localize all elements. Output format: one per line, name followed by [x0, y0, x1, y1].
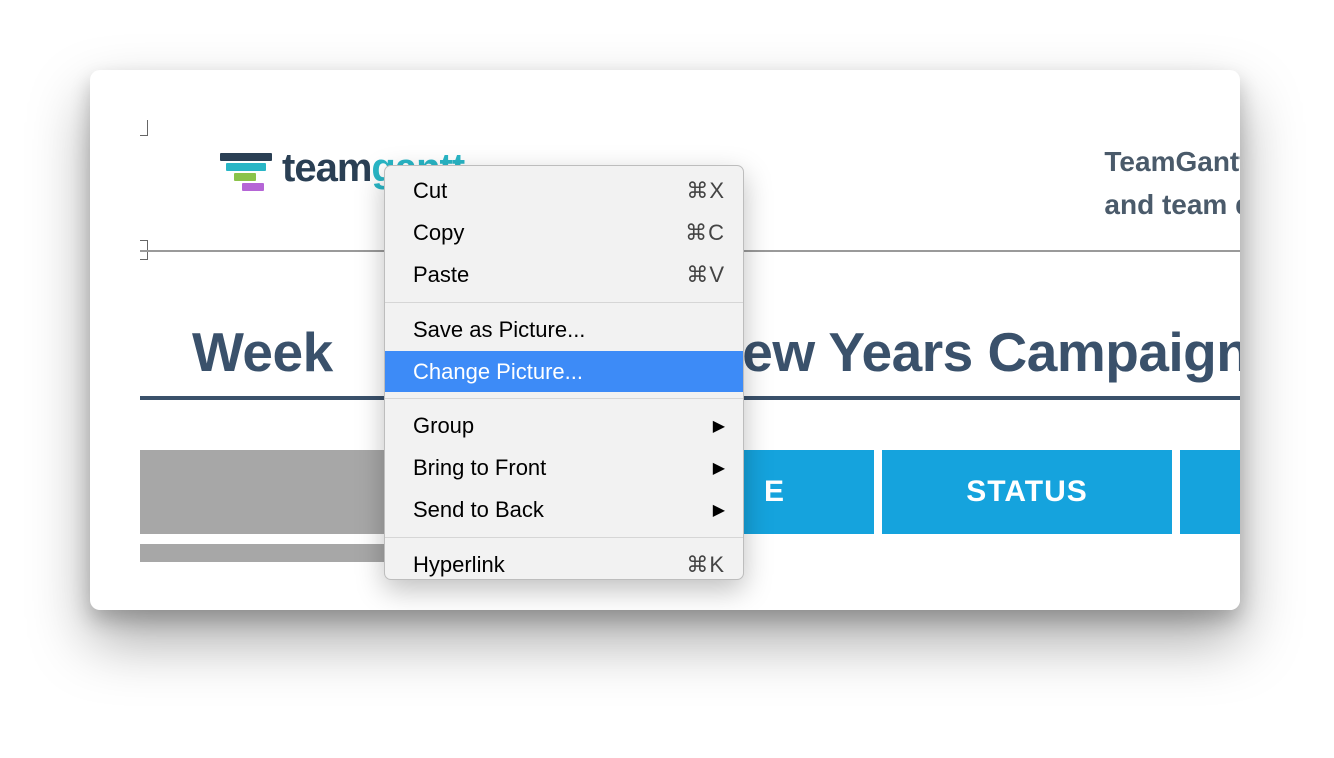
menu-item-label: Hyperlink — [413, 549, 505, 580]
chevron-right-icon: ▶ — [713, 499, 725, 522]
menu-separator — [385, 398, 743, 399]
table-header-col2: E — [744, 450, 874, 534]
title-left-fragment: Week — [192, 321, 333, 383]
menu-shortcut: ⌘K — [686, 549, 725, 580]
menu-item-change-picture[interactable]: Change Picture... — [385, 351, 743, 393]
menu-item-label: Cut — [413, 175, 447, 207]
menu-item-send-to-back[interactable]: Send to Back ▶ — [385, 489, 743, 531]
menu-item-save-as-picture[interactable]: Save as Picture... — [385, 309, 743, 351]
menu-item-bring-to-front[interactable]: Bring to Front ▶ — [385, 447, 743, 489]
document-canvas: teamgantt TeamGantt and team di Week ew … — [140, 120, 1240, 610]
menu-item-group[interactable]: Group ▶ — [385, 405, 743, 447]
menu-item-label: Bring to Front — [413, 452, 546, 484]
logo-bars-icon — [220, 151, 272, 187]
context-menu: Cut ⌘X Copy ⌘C Paste ⌘V Save as Picture... Chan… — [384, 165, 744, 580]
chevron-right-icon: ▶ — [713, 457, 725, 480]
menu-shortcut: ⌘C — [685, 217, 725, 249]
header-text: TeamGantt and team di — [1104, 140, 1240, 227]
menu-separator — [385, 537, 743, 538]
menu-shortcut: ⌘V — [686, 259, 725, 291]
menu-item-label: Paste — [413, 259, 469, 291]
menu-item-label: Save as Picture... — [413, 314, 585, 346]
menu-item-label: Change Picture... — [413, 356, 583, 388]
menu-item-label: Send to Back — [413, 494, 544, 526]
menu-item-copy[interactable]: Copy ⌘C — [385, 212, 743, 254]
menu-item-paste[interactable]: Paste ⌘V — [385, 254, 743, 296]
menu-item-label: Copy — [413, 217, 464, 249]
title-right-fragment: ew Years Campaign — [742, 321, 1240, 383]
menu-shortcut: ⌘X — [686, 175, 725, 207]
menu-item-cut[interactable]: Cut ⌘X — [385, 170, 743, 212]
table-header-col4 — [1180, 450, 1240, 534]
screenshot-frame: teamgantt TeamGantt and team di Week ew … — [90, 70, 1240, 610]
table-header-status: STATUS — [882, 450, 1172, 534]
menu-item-label: Group — [413, 410, 474, 442]
menu-item-hyperlink[interactable]: Hyperlink ⌘K — [385, 544, 743, 580]
chevron-right-icon: ▶ — [713, 415, 725, 438]
menu-separator — [385, 302, 743, 303]
